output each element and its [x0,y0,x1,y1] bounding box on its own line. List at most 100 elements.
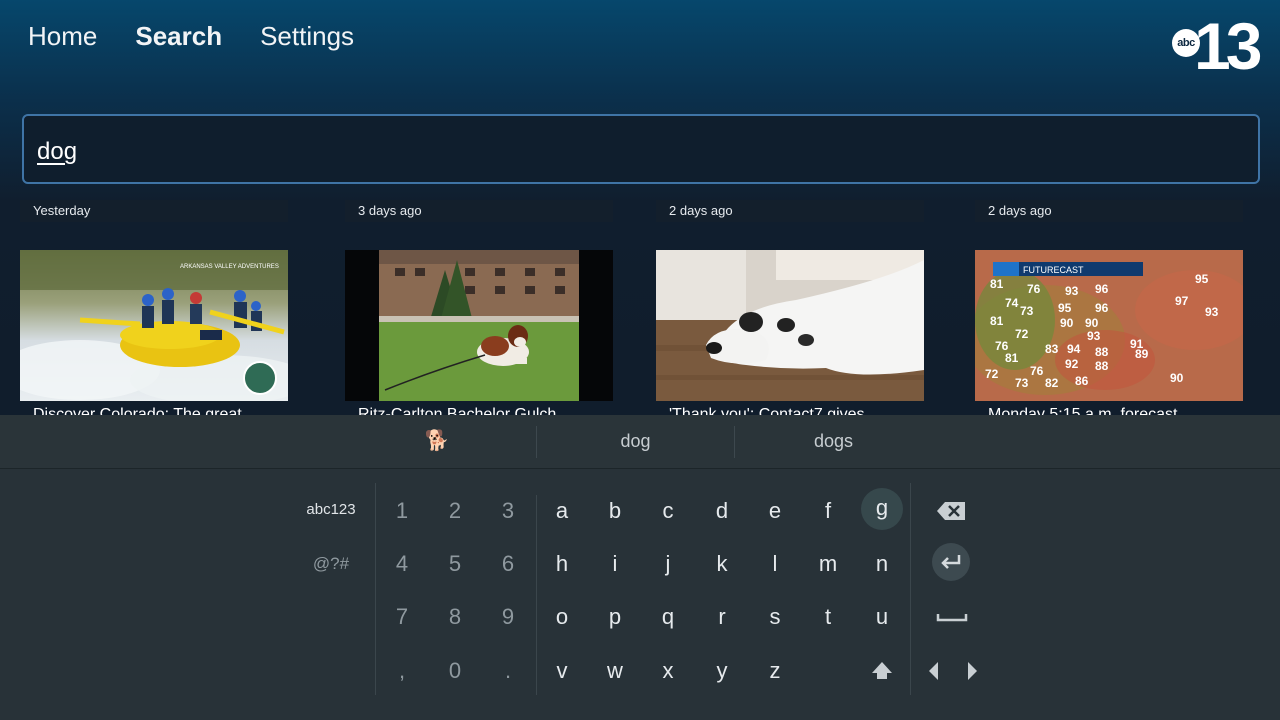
key-v[interactable]: v [542,651,582,691]
key-m[interactable]: m [808,544,848,584]
key-4[interactable]: 4 [382,544,422,584]
key-a[interactable]: a [542,491,582,531]
svg-text:93: 93 [1205,305,1219,319]
svg-text:81: 81 [1005,351,1019,365]
result-card[interactable]: Yesterday ARKANSAS VALLEY ADVENTURES [20,200,288,423]
key-d[interactable]: d [702,491,742,531]
svg-text:81: 81 [990,277,1004,291]
keyboard-divider [375,483,376,695]
key-1[interactable]: 1 [382,491,422,531]
card-thumbnail-st-bernard [345,250,613,401]
key-h[interactable]: h [542,544,582,584]
key-y[interactable]: y [702,651,742,691]
svg-text:82: 82 [1045,376,1059,390]
svg-text:72: 72 [985,367,999,381]
keyboard-divider [536,495,537,695]
key-p[interactable]: p [595,597,635,637]
key-s[interactable]: s [755,597,795,637]
svg-text:94: 94 [1067,342,1081,356]
suggestion-bar: 🐕 dog dogs [0,415,1280,469]
svg-text:74: 74 [1005,296,1019,310]
abc13-logo: abc 13 [1172,9,1262,83]
svg-text:96: 96 [1095,282,1109,296]
svg-text:93: 93 [1065,284,1079,298]
card-thumbnail-rafting: ARKANSAS VALLEY ADVENTURES [20,250,288,401]
mode-symbols-key[interactable]: @?# [291,544,371,584]
card-timestamp: 2 days ago [656,200,924,222]
result-card[interactable]: 2 days ago 'Thank you': Contact7 gives [656,200,924,423]
svg-text:96: 96 [1095,301,1109,315]
thumb-watermark: FUTURECAST [1023,265,1084,275]
result-card[interactable]: 3 days ago Ritz-Carlton B [345,200,613,423]
svg-text:97: 97 [1175,294,1189,308]
svg-text:95: 95 [1058,301,1072,315]
shift-icon[interactable] [862,651,902,691]
key-2[interactable]: 2 [435,491,475,531]
suggestion-dogs[interactable]: dogs [735,415,932,468]
search-input[interactable]: dog [22,114,1260,184]
key-f[interactable]: f [808,491,848,531]
svg-text:90: 90 [1085,316,1099,330]
svg-text:90: 90 [1170,371,1184,385]
cursor-left-icon[interactable] [914,651,954,691]
key-l[interactable]: l [755,544,795,584]
key-3[interactable]: 3 [488,491,528,531]
svg-text:83: 83 [1045,342,1059,356]
svg-text:72: 72 [1015,327,1029,341]
nav-settings[interactable]: Settings [260,18,354,54]
svg-text:88: 88 [1095,359,1109,373]
space-icon[interactable] [932,597,972,637]
key-9[interactable]: 9 [488,597,528,637]
key-comma[interactable]: , [382,651,422,691]
cursor-right-icon[interactable] [952,651,992,691]
key-g[interactable]: g [861,488,903,530]
top-nav: Home Search Settings [28,18,354,54]
svg-text:89: 89 [1135,347,1149,361]
svg-text:86: 86 [1075,374,1089,388]
key-0[interactable]: 0 [435,651,475,691]
svg-text:73: 73 [1020,304,1034,318]
key-x[interactable]: x [648,651,688,691]
svg-text:95: 95 [1195,272,1209,286]
key-5[interactable]: 5 [435,544,475,584]
svg-text:73: 73 [1015,376,1029,390]
key-c[interactable]: c [648,491,688,531]
key-j[interactable]: j [648,544,688,584]
key-i[interactable]: i [595,544,635,584]
key-q[interactable]: q [648,597,688,637]
logo-number: 13 [1194,9,1262,83]
onscreen-keyboard: 🐕 dog dogs abc123 @?# 1 2 3 4 5 6 7 8 9 … [0,415,1280,720]
keyboard-divider [910,483,911,695]
mode-abc123-key[interactable]: abc123 [291,490,371,530]
svg-text:76: 76 [1030,364,1044,378]
nav-home[interactable]: Home [28,18,97,54]
key-e[interactable]: e [755,491,795,531]
key-o[interactable]: o [542,597,582,637]
key-t[interactable]: t [808,597,848,637]
key-z[interactable]: z [755,651,795,691]
result-card[interactable]: 2 days ago FUTURECAST 81 76 93 96 95 97 74 96… [975,200,1243,423]
svg-text:88: 88 [1095,345,1109,359]
nav-search[interactable]: Search [135,18,222,54]
enter-icon[interactable] [932,543,970,581]
card-timestamp: 3 days ago [345,200,613,222]
key-n[interactable]: n [862,544,902,584]
svg-text:92: 92 [1065,357,1079,371]
thumb-watermark: ARKANSAS VALLEY ADVENTURES [180,264,279,270]
backspace-icon[interactable] [932,491,972,531]
key-u[interactable]: u [862,597,902,637]
suggestion-dog-emoji[interactable]: 🐕 [337,415,537,468]
key-period[interactable]: . [488,651,528,691]
key-8[interactable]: 8 [435,597,475,637]
key-6[interactable]: 6 [488,544,528,584]
key-k[interactable]: k [702,544,742,584]
card-timestamp: Yesterday [20,200,288,222]
suggestion-dog[interactable]: dog [537,415,734,468]
key-7[interactable]: 7 [382,597,422,637]
key-r[interactable]: r [702,597,742,637]
svg-text:81: 81 [990,314,1004,328]
key-b[interactable]: b [595,491,635,531]
key-w[interactable]: w [595,651,635,691]
card-thumbnail-weather-map: FUTURECAST 81 76 93 96 95 97 74 96 95 93 73 81 9… [975,250,1243,401]
card-thumbnail-great-dane [656,250,924,401]
